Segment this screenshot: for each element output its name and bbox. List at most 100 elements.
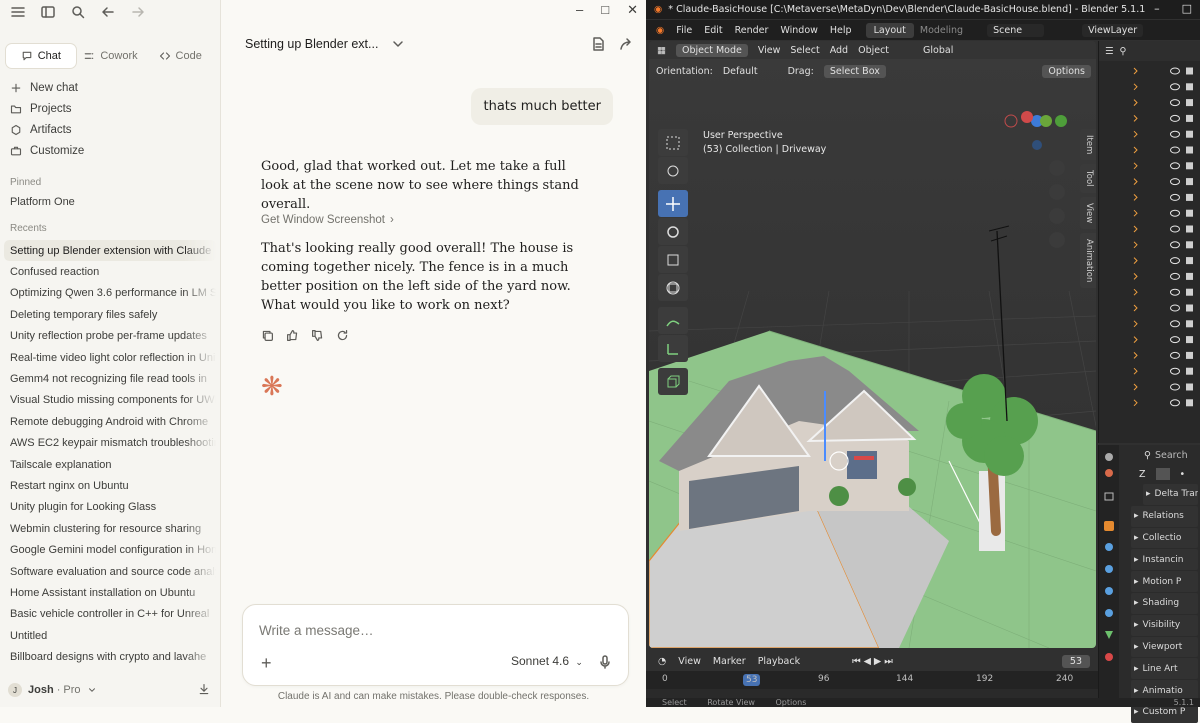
panel-visibility[interactable]: ▸ Visibility	[1131, 614, 1198, 636]
visibility-eye-icon[interactable]	[1170, 209, 1180, 217]
render-camera-icon[interactable]	[1186, 241, 1193, 249]
visibility-eye-icon[interactable]	[1170, 114, 1180, 122]
visibility-eye-icon[interactable]	[1170, 351, 1180, 359]
search-input[interactable]: Search	[1155, 450, 1188, 461]
recent-chat[interactable]: Optimizing Qwen 3.6 performance in LM St…	[4, 283, 216, 304]
back-arrow-icon[interactable]	[100, 4, 116, 20]
measure-tool-icon[interactable]	[658, 335, 688, 362]
drag-dropdown[interactable]: Select Box	[823, 64, 886, 78]
view-layer-selector[interactable]: ViewLayer	[1082, 23, 1144, 37]
render-camera-icon[interactable]	[1186, 178, 1193, 186]
recent-chat[interactable]: Setting up Blender extension with Claude	[4, 240, 216, 262]
panel-collections[interactable]: ▸ Collectio	[1131, 527, 1198, 549]
render-camera-icon[interactable]	[1186, 225, 1193, 233]
scene-selector[interactable]: Scene	[987, 23, 1045, 37]
lock-toggle[interactable]	[1155, 468, 1170, 480]
recent-chat[interactable]: Untitled	[4, 625, 216, 646]
add-cube-tool-icon[interactable]	[658, 368, 688, 395]
render-camera-icon[interactable]	[1186, 351, 1193, 359]
tab-view[interactable]: View	[1080, 196, 1096, 230]
render-camera-icon[interactable]	[1186, 272, 1193, 280]
transform-tool-icon[interactable]	[658, 274, 688, 301]
message-composer[interactable]: Write a message… + Sonnet 4.6 ⌄	[242, 604, 629, 686]
playback-controls[interactable]: ⏮◀▶⏭	[852, 656, 896, 667]
recent-chat[interactable]: Unity reflection probe per-frame updates	[4, 326, 216, 347]
menu-render[interactable]: Render	[729, 25, 775, 36]
minimize-icon[interactable]: –	[1154, 2, 1160, 15]
render-camera-icon[interactable]	[1186, 320, 1193, 328]
recent-chat[interactable]: Google Gemini model configuration in Hom…	[4, 539, 216, 560]
visibility-eye-icon[interactable]	[1170, 178, 1180, 186]
outliner-row[interactable]	[1133, 146, 1193, 154]
visibility-eye-icon[interactable]	[1170, 162, 1180, 170]
tab-animation[interactable]: Animation	[1080, 233, 1096, 289]
outliner-row[interactable]	[1133, 67, 1193, 75]
visibility-eye-icon[interactable]	[1170, 83, 1180, 91]
tab-tool[interactable]: Tool	[1080, 164, 1096, 193]
vp-menu-view[interactable]: View	[758, 45, 781, 56]
render-camera-icon[interactable]	[1186, 209, 1193, 217]
render-camera-icon[interactable]	[1186, 304, 1193, 312]
menu-help[interactable]: Help	[824, 25, 858, 36]
sidebar-item-customize[interactable]: Customize	[10, 140, 215, 161]
search-icon[interactable]	[70, 4, 86, 20]
chevron-down-icon[interactable]	[390, 36, 406, 52]
forward-arrow-icon[interactable]	[130, 4, 146, 20]
tab-layout[interactable]: Layout	[865, 22, 914, 38]
render-camera-icon[interactable]	[1186, 193, 1193, 201]
visibility-eye-icon[interactable]	[1170, 367, 1180, 375]
close-icon[interactable]: ✕	[627, 2, 638, 18]
search-icon[interactable]: ⚲	[1120, 46, 1127, 57]
visibility-eye-icon[interactable]	[1170, 146, 1180, 154]
recent-chat[interactable]: Software evaluation and source code anal…	[4, 561, 216, 582]
visibility-eye-icon[interactable]	[1170, 336, 1180, 344]
recent-chat[interactable]: Basic vehicle controller in C++ for Unre…	[4, 604, 216, 625]
retry-icon[interactable]	[336, 329, 349, 342]
editor-type-icon[interactable]: ▦	[657, 45, 666, 56]
share-icon[interactable]	[618, 36, 634, 52]
recent-chat[interactable]: Home Assistant installation on Ubuntu	[4, 582, 216, 603]
tl-menu-view[interactable]: View	[678, 656, 701, 667]
outliner-row[interactable]	[1133, 320, 1193, 328]
sidebar-toggle-icon[interactable]	[40, 4, 56, 20]
outliner-row[interactable]	[1133, 336, 1193, 344]
visibility-eye-icon[interactable]	[1170, 399, 1180, 407]
transform-orientation[interactable]: Global	[923, 45, 953, 56]
visibility-eye-icon[interactable]	[1170, 257, 1180, 265]
tl-menu-playback[interactable]: Playback	[758, 656, 800, 667]
orientation-dropdown[interactable]: Default	[723, 66, 778, 77]
outliner-filter-icon[interactable]: ☰	[1105, 46, 1114, 57]
visibility-eye-icon[interactable]	[1170, 272, 1180, 280]
outliner-row[interactable]	[1133, 99, 1193, 107]
panel-shading[interactable]: ▸ Shading	[1131, 592, 1198, 614]
recent-chat[interactable]: Webmin clustering for resource sharing	[4, 518, 216, 539]
recent-chat[interactable]: Visual Studio missing components for UWP	[4, 390, 216, 411]
current-frame-field[interactable]: 53	[1061, 654, 1090, 668]
tl-menu-marker[interactable]: Marker	[713, 656, 746, 667]
message-input[interactable]: Write a message…	[259, 623, 374, 638]
tab-code[interactable]: Code	[145, 44, 215, 68]
thumbs-down-icon[interactable]	[311, 329, 324, 342]
visibility-eye-icon[interactable]	[1170, 130, 1180, 138]
visibility-eye-icon[interactable]	[1170, 288, 1180, 296]
download-icon[interactable]	[198, 683, 210, 695]
tab-item[interactable]: Item	[1080, 129, 1096, 161]
visibility-eye-icon[interactable]	[1170, 320, 1180, 328]
playhead[interactable]: 53	[743, 674, 761, 686]
outliner-row[interactable]	[1133, 399, 1193, 407]
keyframe-dot-icon[interactable]: •	[1180, 469, 1186, 480]
sidebar-item-projects[interactable]: Projects	[10, 98, 215, 119]
sidebar-item-artifacts[interactable]: Artifacts	[10, 119, 215, 140]
menu-icon[interactable]	[10, 4, 26, 20]
panel-motion-paths[interactable]: ▸ Motion P	[1131, 571, 1198, 592]
recent-chat[interactable]: Deleting temporary files safely	[4, 304, 216, 325]
select-box-tool-icon[interactable]	[658, 129, 688, 156]
scale-tool-icon[interactable]	[658, 246, 688, 273]
minimize-icon[interactable]: –	[576, 2, 583, 18]
move-tool-icon[interactable]	[658, 190, 688, 217]
chat-title[interactable]: Setting up Blender ext...	[245, 37, 378, 51]
pinned-item[interactable]: Platform One	[10, 196, 75, 208]
outliner-row[interactable]	[1133, 130, 1193, 138]
tool-call[interactable]: Get Window Screenshot ›	[261, 214, 394, 226]
properties-tab-icons[interactable]	[1099, 445, 1119, 707]
